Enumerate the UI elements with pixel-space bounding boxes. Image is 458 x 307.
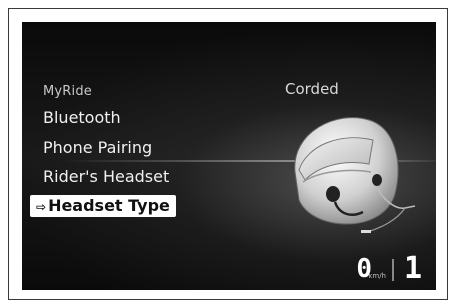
menu-item-bluetooth[interactable]: Bluetooth <box>43 108 121 127</box>
current-value-label: Corded <box>285 80 339 98</box>
selection-arrow-icon: ⇨ <box>36 200 47 214</box>
section-title: MyRide <box>43 84 93 99</box>
menu-item-label: Headset Type <box>48 196 170 215</box>
gear-indicator: 1 <box>403 251 422 286</box>
status-divider <box>392 259 394 281</box>
menu-item-riders-headset[interactable]: Rider's Headset <box>43 167 169 186</box>
dashboard-screen: MyRide Corded Bluetooth Phone Pairing Ri… <box>22 22 436 290</box>
menu-item-headset-type[interactable]: ⇨ Headset Type <box>30 195 176 217</box>
menu-item-phone-pairing[interactable]: Phone Pairing <box>43 138 152 157</box>
helmet-headset-icon <box>294 117 416 233</box>
speed-unit: km/h <box>368 272 386 280</box>
